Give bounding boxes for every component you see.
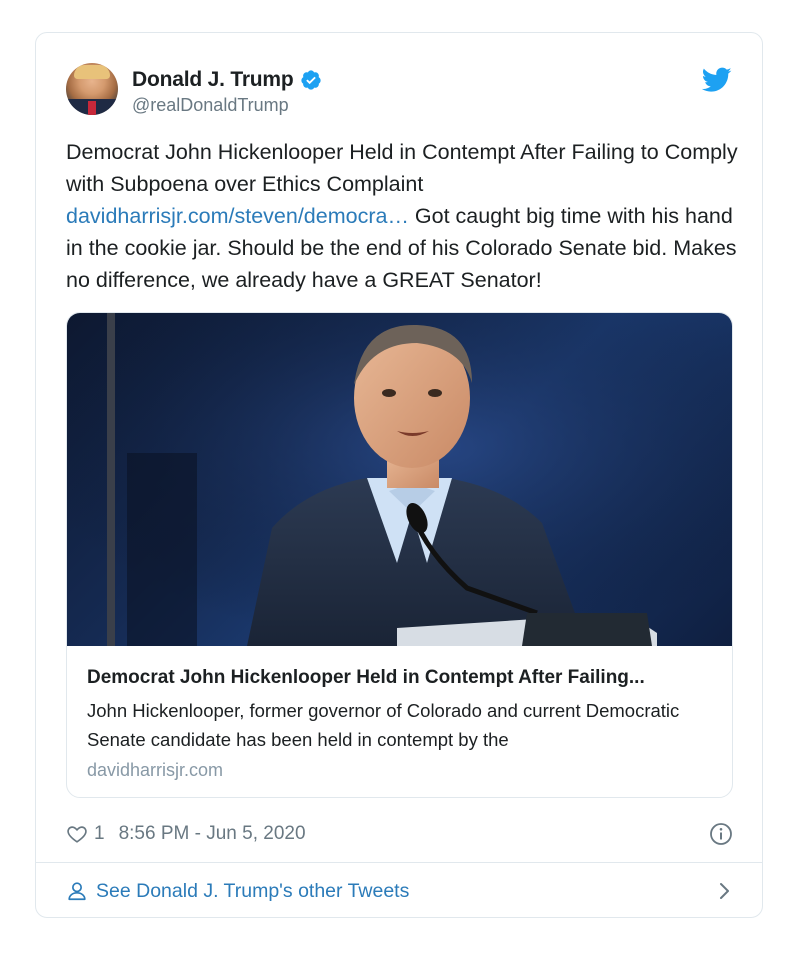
author-display-name[interactable]: Donald J. Trump: [132, 68, 294, 92]
chevron-right-icon[interactable]: [717, 881, 733, 901]
link-preview-card[interactable]: Democrat John Hickenlooper Held in Conte…: [66, 312, 733, 798]
tweet-embed-card: Donald J. Trump @realDonaldTrump Democra…: [35, 32, 763, 918]
tweet-header: Donald J. Trump @realDonaldTrump: [66, 63, 732, 119]
tweet-text-intro: Democrat John Hickenlooper Held in Conte…: [66, 140, 738, 196]
person-icon: [68, 882, 86, 901]
card-info[interactable]: Democrat John Hickenlooper Held in Conte…: [67, 646, 732, 797]
verified-badge-icon: [300, 70, 321, 90]
see-other-tweets-label[interactable]: See Donald J. Trump's other Tweets: [96, 880, 409, 903]
tweet-link[interactable]: davidharrisjr.com/steven/democra…: [66, 204, 409, 228]
twitter-bird-icon[interactable]: [702, 67, 732, 93]
heart-icon[interactable]: [66, 823, 88, 845]
like-count[interactable]: 1: [94, 823, 105, 845]
tweet-meta: 1 8:56 PM - Jun 5, 2020: [66, 820, 733, 848]
author-info: Donald J. Trump @realDonaldTrump: [132, 67, 322, 116]
article-photo[interactable]: [67, 313, 732, 646]
card-domain: davidharrisjr.com: [87, 760, 224, 780]
speaker-illustration: [67, 313, 732, 646]
info-icon[interactable]: [709, 822, 733, 846]
see-other-tweets-link[interactable]: See Donald J. Trump's other Tweets: [66, 875, 733, 907]
author-avatar[interactable]: [66, 63, 118, 115]
author-handle[interactable]: @realDonaldTrump: [132, 95, 322, 116]
tweet-timestamp[interactable]: 8:56 PM - Jun 5, 2020: [119, 823, 306, 845]
tweet-text: Democrat John Hickenlooper Held in Conte…: [66, 136, 741, 296]
card-title[interactable]: Democrat John Hickenlooper Held in Conte…: [87, 664, 714, 692]
footer-divider: [36, 862, 762, 863]
card-description: John Hickenlooper, former governor of Co…: [87, 700, 680, 750]
